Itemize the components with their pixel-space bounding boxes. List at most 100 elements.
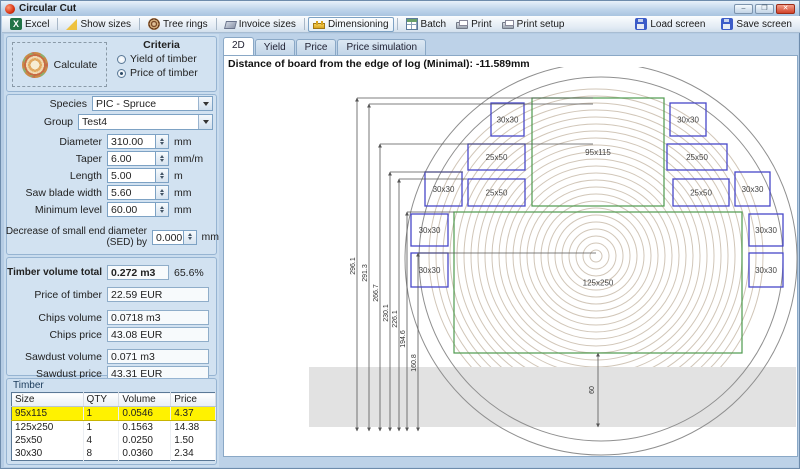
col-qty[interactable]: QTY xyxy=(83,393,119,407)
maximize-button[interactable] xyxy=(755,4,774,14)
dimension-label: 296.1 xyxy=(350,257,357,275)
criteria-title: Criteria xyxy=(111,39,212,51)
toolbar-print-setup[interactable]: Print setup xyxy=(497,17,570,32)
board-label: 30x30 xyxy=(677,116,699,125)
toolbar-print-label: Print xyxy=(471,19,492,30)
toolbar-invoice-sizes[interactable]: Invoice sizes xyxy=(220,17,301,32)
title-bar: Circular Cut xyxy=(1,1,799,16)
length-spinner[interactable] xyxy=(156,168,169,183)
minimum-level-input[interactable]: 60.00 xyxy=(107,202,156,217)
diameter-spinner[interactable] xyxy=(156,134,169,149)
group-dropdown[interactable]: Test4 xyxy=(78,114,213,130)
board-label: 25x50 xyxy=(686,153,708,162)
load-screen-button[interactable]: Load screen xyxy=(630,17,710,32)
table-row[interactable]: 125x250 1 0.1563 14.38 xyxy=(12,421,216,435)
sed-decrease-unit: mm xyxy=(197,231,220,243)
board-label: 30x30 xyxy=(755,266,777,275)
table-row[interactable]: 25x50 4 0.0250 1.50 xyxy=(12,434,216,447)
col-volume[interactable]: Volume xyxy=(119,393,171,407)
caliper-icon xyxy=(313,23,325,29)
cell-qty: 8 xyxy=(83,447,119,461)
log-cross-section-diagram: 30x30 95x115 30x30 25x50 25x50 30x30 25x50 25x5… xyxy=(223,67,798,457)
col-size[interactable]: Size xyxy=(12,393,84,407)
tree-ring xyxy=(506,166,686,346)
board-label: 95x115 xyxy=(585,148,611,157)
toolbar-separator xyxy=(304,18,305,30)
tree-ring xyxy=(513,173,679,339)
species-label: Species xyxy=(4,98,92,110)
chips-price-label: Chips price xyxy=(4,329,107,341)
chips-price-value: 43.08 EUR xyxy=(107,327,209,342)
table-row[interactable]: 30x30 8 0.0360 2.34 xyxy=(12,447,216,461)
toolbar-print-setup-label: Print setup xyxy=(517,19,565,30)
timber-volume-total-label: Timber volume total xyxy=(4,267,107,278)
toolbar-tree-rings[interactable]: Tree rings xyxy=(143,17,213,32)
board-label: 25x50 xyxy=(486,189,508,198)
tree-ring xyxy=(590,250,602,262)
chips-volume-label: Chips volume xyxy=(4,312,107,324)
tree-ring xyxy=(492,152,700,360)
board-label: 125x250 xyxy=(583,279,614,288)
length-label: Length xyxy=(4,170,107,182)
saw-blade-width-input[interactable]: 5.60 xyxy=(107,185,156,200)
price-of-timber-value: 22.59 EUR xyxy=(107,287,209,302)
radio-yield-of-timber[interactable]: Yield of timber xyxy=(117,53,212,65)
toolbar-dimensioning-label: Dimensioning xyxy=(328,19,389,30)
app-window: Circular Cut Excel Show sizes Tree rings… xyxy=(0,0,800,469)
grid-icon xyxy=(406,18,418,30)
toolbar-separator xyxy=(57,18,58,30)
minimum-level-spinner[interactable] xyxy=(156,202,169,217)
dimension-label: 266.7 xyxy=(373,284,380,302)
timber-table: Size QTY Volume Price 95x115 1 0.0546 4.… xyxy=(11,392,216,461)
toolbar-excel[interactable]: Excel xyxy=(5,17,54,32)
toolbar-tree-rings-label: Tree rings xyxy=(163,19,208,30)
tab-yield[interactable]: Yield xyxy=(255,39,295,55)
diameter-unit: mm xyxy=(169,136,192,148)
toolbar-dimensioning[interactable]: Dimensioning xyxy=(308,17,394,32)
saw-blade-icon xyxy=(22,52,48,78)
dimension-label: 226.1 xyxy=(392,310,399,328)
radio-price-of-timber[interactable]: Price of timber xyxy=(117,67,212,79)
tree-ring xyxy=(583,243,609,269)
tab-price-simulation[interactable]: Price simulation xyxy=(337,39,426,55)
invoice-icon xyxy=(224,21,237,29)
col-price[interactable]: Price xyxy=(171,393,216,407)
board-label: 25x50 xyxy=(690,189,712,198)
sawdust-volume-value: 0.071 m3 xyxy=(107,349,209,364)
taper-unit: mm/m xyxy=(169,153,203,165)
calculate-button[interactable]: Calculate xyxy=(12,42,107,87)
radio-icon xyxy=(117,55,126,64)
toolbar-separator xyxy=(397,18,398,30)
cell-price: 2.34 xyxy=(171,447,216,461)
table-row[interactable]: 95x115 1 0.0546 4.37 xyxy=(12,407,216,421)
board-label: 25x50 xyxy=(486,153,508,162)
minimum-level-label: Minimum level xyxy=(4,204,107,216)
minimize-button[interactable] xyxy=(734,4,753,14)
timber-groupbox-title: Timber xyxy=(13,380,44,391)
tab-bar: 2D Yield Price Price simulation xyxy=(223,37,427,55)
diameter-input[interactable]: 310.00 xyxy=(107,134,156,149)
tree-ring xyxy=(485,145,707,367)
taper-spinner[interactable] xyxy=(156,151,169,166)
toolbar-batch[interactable]: Batch xyxy=(401,17,452,32)
toolbar-show-sizes[interactable]: Show sizes xyxy=(61,17,136,32)
toolbar-batch-label: Batch xyxy=(421,19,447,30)
cell-size: 95x115 xyxy=(12,407,84,421)
sed-decrease-input[interactable]: 0.000 xyxy=(152,230,184,245)
toolbar-print[interactable]: Print xyxy=(451,17,497,32)
board-label: 30x30 xyxy=(419,266,441,275)
save-screen-button[interactable]: Save screen xyxy=(716,17,797,32)
cell-price: 14.38 xyxy=(171,421,216,435)
taper-input[interactable]: 6.00 xyxy=(107,151,156,166)
close-button[interactable] xyxy=(776,4,795,14)
cell-size: 25x50 xyxy=(12,434,84,447)
species-dropdown[interactable]: PIC - Spruce xyxy=(92,96,213,111)
sed-decrease-spinner[interactable] xyxy=(184,230,197,245)
tab-2d[interactable]: 2D xyxy=(223,37,254,55)
tab-price[interactable]: Price xyxy=(296,39,337,55)
length-input[interactable]: 5.00 xyxy=(107,168,156,183)
printer-icon xyxy=(456,22,468,29)
tree-ring xyxy=(520,180,672,332)
saw-blade-width-spinner[interactable] xyxy=(156,185,169,200)
price-of-timber-label: Price of timber xyxy=(4,289,107,301)
